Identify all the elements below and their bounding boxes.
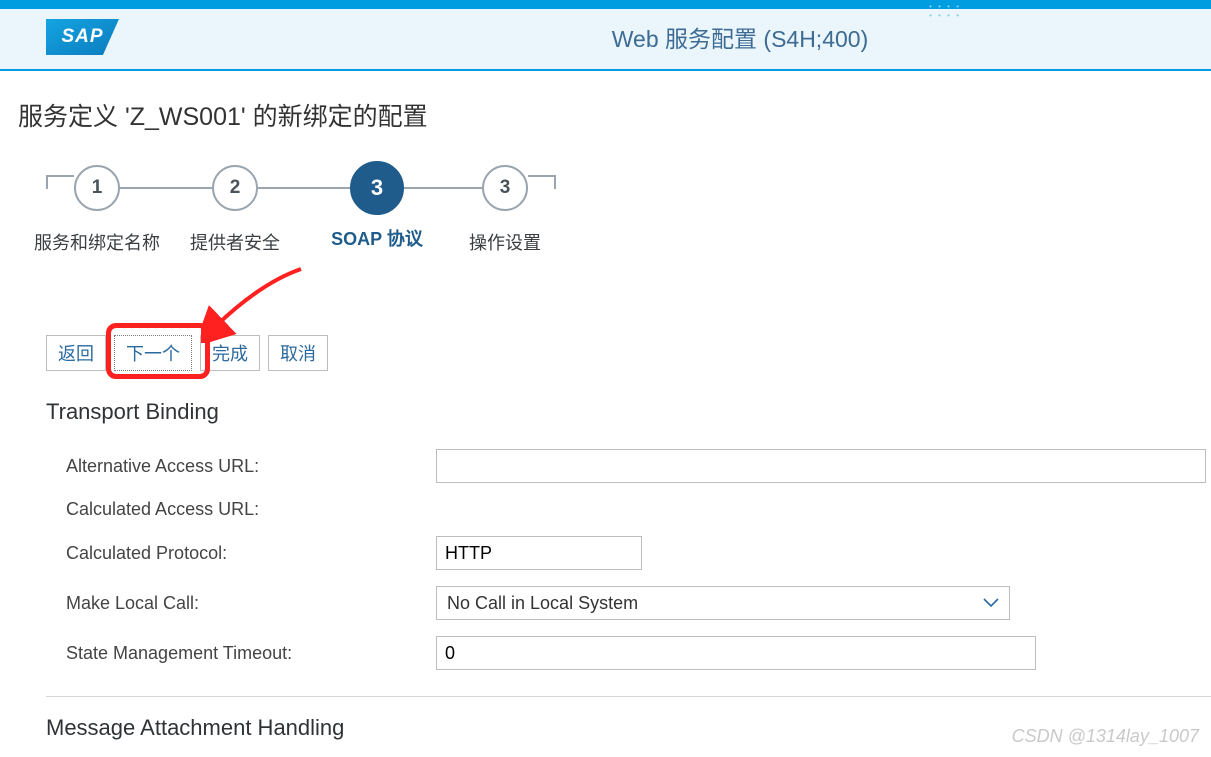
wizard-step-2-num: 2: [212, 165, 258, 211]
top-accent-bar: • • • •• • • •: [0, 0, 1211, 9]
wizard-line-start: [46, 175, 74, 189]
wizard-connector: [404, 187, 482, 189]
header: SAP Web 服务配置 (S4H;400): [0, 9, 1211, 71]
wizard-step-3[interactable]: 3 SOAP 协议: [350, 161, 404, 215]
wizard-step-1[interactable]: 1 服务和绑定名称: [74, 165, 120, 211]
alt-url-input[interactable]: [436, 449, 1206, 483]
finish-button[interactable]: 完成: [200, 335, 260, 371]
wizard-step-3-label: SOAP 协议: [331, 225, 423, 251]
wizard-step-4-label: 操作设置: [469, 229, 541, 255]
wizard-step-1-label: 服务和绑定名称: [34, 229, 160, 255]
wizard-step-1-num: 1: [74, 165, 120, 211]
wizard-step-4-num: 3: [482, 165, 528, 211]
app-title: Web 服务配置 (S4H;400): [119, 20, 1191, 54]
wizard-step-4[interactable]: 3 操作设置: [482, 165, 528, 211]
row-protocol: Calculated Protocol:: [66, 536, 1211, 570]
wizard: 1 服务和绑定名称 2 提供者安全 3 SOAP 协议 3 操作设置: [46, 161, 1211, 215]
local-call-value: No Call in Local System: [447, 593, 638, 614]
section-divider: [46, 696, 1211, 697]
next-button[interactable]: 下一个: [114, 335, 192, 371]
sap-logo: SAP: [46, 19, 119, 55]
cancel-button[interactable]: 取消: [268, 335, 328, 371]
annotation-arrow-icon: [201, 263, 311, 343]
wizard-connector: [120, 187, 212, 189]
wizard-connector: [258, 187, 350, 189]
wizard-step-3-num: 3: [350, 161, 404, 215]
row-local-call: Make Local Call: No Call in Local System: [66, 586, 1211, 620]
wizard-step-2[interactable]: 2 提供者安全: [212, 165, 258, 211]
action-buttons: 返回 下一个 完成 取消: [46, 335, 1211, 371]
local-call-select[interactable]: No Call in Local System: [436, 586, 1010, 620]
transport-binding-heading: Transport Binding: [46, 399, 1211, 425]
calc-url-label: Calculated Access URL:: [66, 499, 436, 520]
row-timeout: State Management Timeout:: [66, 636, 1211, 670]
page-title: 服务定义 'Z_WS001' 的新绑定的配置: [18, 97, 1211, 133]
row-alt-url: Alternative Access URL:: [66, 449, 1211, 483]
chevron-down-icon: [983, 593, 999, 613]
protocol-input[interactable]: [436, 536, 642, 570]
drag-dots-icon: • • • •• • • •: [929, 2, 961, 20]
alt-url-label: Alternative Access URL:: [66, 456, 436, 477]
row-calc-url: Calculated Access URL:: [66, 499, 1211, 520]
watermark: CSDN @1314lay_1007: [1012, 726, 1199, 747]
timeout-label: State Management Timeout:: [66, 643, 436, 664]
back-button[interactable]: 返回: [46, 335, 106, 371]
protocol-label: Calculated Protocol:: [66, 543, 436, 564]
timeout-input[interactable]: [436, 636, 1036, 670]
sap-logo-text: SAP: [61, 26, 103, 48]
wizard-step-2-label: 提供者安全: [190, 229, 280, 255]
wizard-line-end: [528, 175, 556, 189]
local-call-label: Make Local Call:: [66, 593, 436, 614]
transport-binding-form: Alternative Access URL: Calculated Acces…: [66, 449, 1211, 670]
